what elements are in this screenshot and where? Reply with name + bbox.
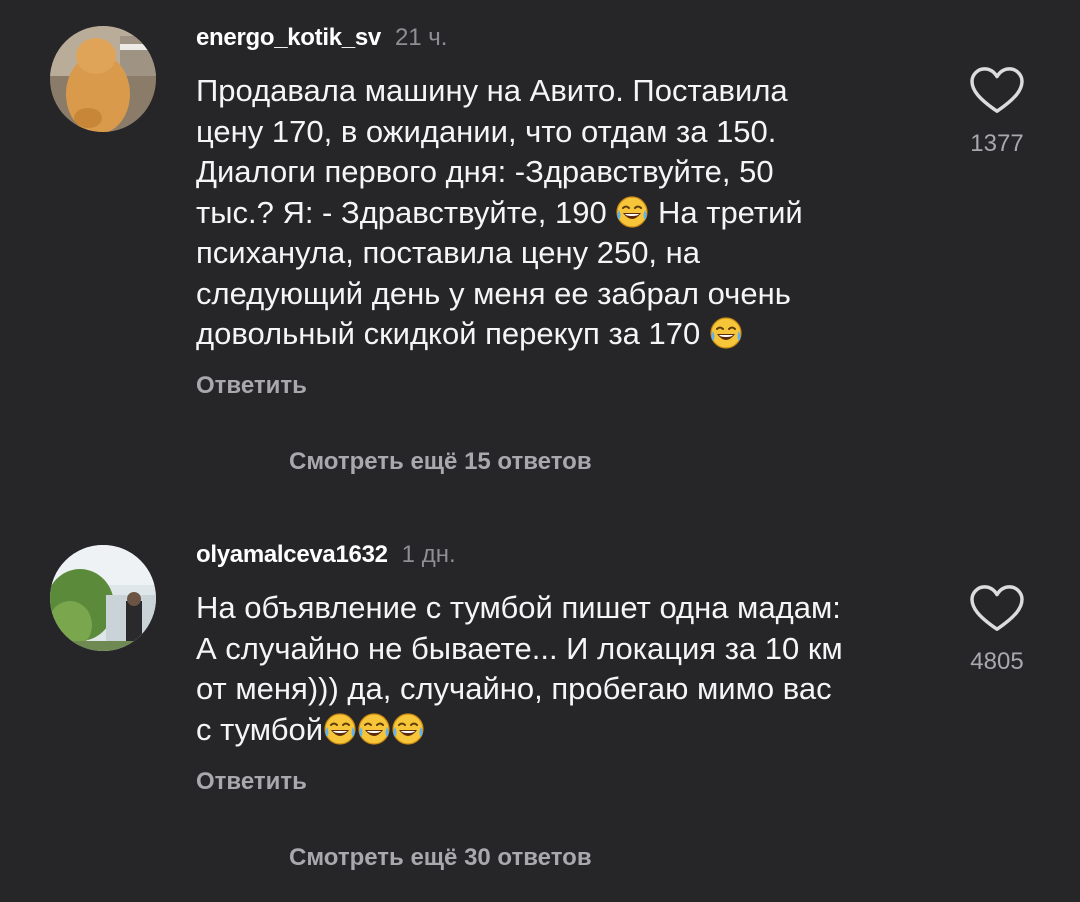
comment-text-line: следующий день у меня ее забрал очень: [196, 275, 791, 311]
comment-text-line-with-emoji: довольный скидкой перекуп за 170: [196, 314, 896, 355]
comment-text-line: цену 170, в ожидании, что отдам за 150.: [196, 113, 777, 149]
comment-text-segment: с тумбой: [196, 711, 324, 747]
comment-text-segment: довольный скидкой перекуп за 170: [196, 316, 701, 351]
comment-text-line: психанула, поставила цену 250, на: [196, 235, 701, 270]
like-button[interactable]: [968, 66, 1026, 116]
comment-meta: olyamalceva1632 1 дн.: [196, 541, 456, 569]
view-more-replies-button[interactable]: Смотреть ещё 30 ответов: [289, 844, 592, 872]
username[interactable]: energo_kotik_sv: [196, 24, 381, 51]
reply-button[interactable]: Ответить: [196, 372, 307, 400]
like-button[interactable]: [968, 584, 1026, 634]
view-more-replies-button[interactable]: Смотреть ещё 15 ответов: [289, 448, 592, 476]
reply-button[interactable]: Ответить: [196, 768, 307, 796]
comment-text-line: Продавала машину на Авито. Поставила: [196, 73, 788, 108]
heart-outline-icon[interactable]: [968, 584, 1026, 634]
comment-text-line-with-emoji: тыс.? Я: - Здравствуйте, 190 На третий: [196, 193, 896, 234]
comment-text-line: На объявление с тумбой пишет одна мадам:: [196, 590, 841, 625]
like-count: 4805: [970, 648, 1024, 675]
avatar[interactable]: [50, 26, 156, 132]
face-with-tears-of-joy-icon: [615, 195, 649, 229]
face-with-tears-of-joy-icon: [391, 712, 425, 746]
comment-text-line: А случайно не бываете... И локация за 10…: [196, 630, 843, 666]
face-with-tears-of-joy-icon: [323, 712, 357, 746]
comment-text-line: от меня))) да, случайно, пробегаю мимо в…: [196, 671, 832, 706]
comment-text-segment: На третий: [658, 194, 803, 230]
heart-outline-icon[interactable]: [968, 66, 1026, 116]
face-with-tears-of-joy-icon: [357, 712, 391, 746]
username[interactable]: olyamalceva1632: [196, 541, 388, 568]
face-with-tears-of-joy-icon: [709, 316, 743, 350]
comment-text-line-with-emoji: с тумбой: [196, 710, 896, 751]
comment-text-segment: тыс.? Я: - Здравствуйте, 190: [196, 194, 607, 230]
comment-text: Продавала машину на Авито. Поставила цен…: [196, 71, 896, 355]
comment-meta: energo_kotik_sv 21 ч.: [196, 24, 447, 52]
comment-text-line: Диалоги первого дня: -Здравствуйте, 50: [196, 154, 774, 189]
like-count: 1377: [970, 130, 1024, 157]
comment-time: 1 дн.: [401, 541, 456, 568]
comment-text: На объявление с тумбой пишет одна мадам:…: [196, 588, 896, 750]
avatar[interactable]: [50, 545, 156, 651]
comment-time: 21 ч.: [394, 24, 448, 51]
